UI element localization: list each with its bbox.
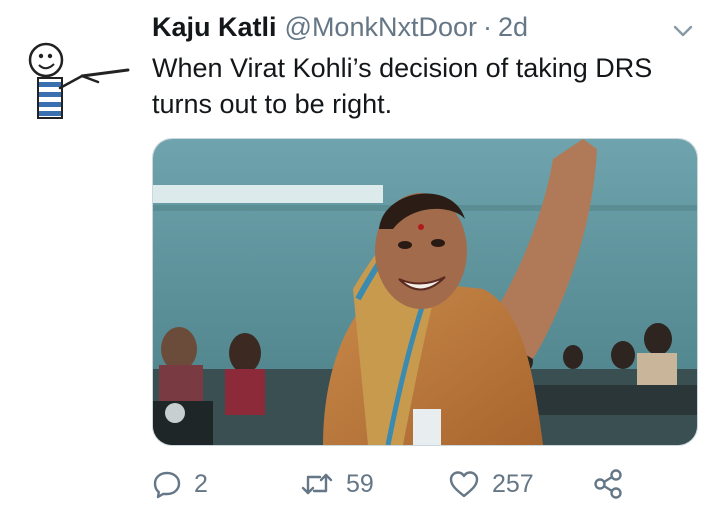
separator: · [483, 11, 492, 42]
retweet-icon [301, 473, 333, 495]
user-handle[interactable]: @MonkNxtDoor [285, 12, 477, 43]
tweet-header: Kaju Katli @MonkNxtDoor · 2d [152, 10, 690, 44]
stick-figure-avatar-icon [28, 42, 130, 119]
share-button[interactable] [592, 464, 636, 504]
heart-icon [449, 471, 479, 498]
tweet-actions: 2 59 257 [152, 464, 692, 504]
tweet-text: When Virat Kohli’s decision of taking DR… [152, 53, 653, 119]
share-icon [594, 469, 622, 499]
retweet-button[interactable]: 59 [300, 464, 374, 504]
like-button[interactable]: 257 [448, 464, 534, 504]
chevron-down-icon [673, 25, 693, 37]
reply-count: 2 [194, 469, 208, 498]
retweet-count: 59 [346, 469, 374, 498]
display-name[interactable]: Kaju Katli [152, 12, 277, 43]
tweet-media[interactable] [152, 138, 698, 446]
photo-woman-cheering-in-classroom [153, 139, 697, 445]
tweet-menu-button[interactable] [670, 18, 696, 44]
like-count: 257 [492, 469, 534, 498]
avatar[interactable] [24, 30, 132, 126]
reply-icon [153, 471, 181, 499]
timestamp[interactable]: 2d [498, 12, 528, 43]
reply-button[interactable]: 2 [152, 464, 208, 504]
